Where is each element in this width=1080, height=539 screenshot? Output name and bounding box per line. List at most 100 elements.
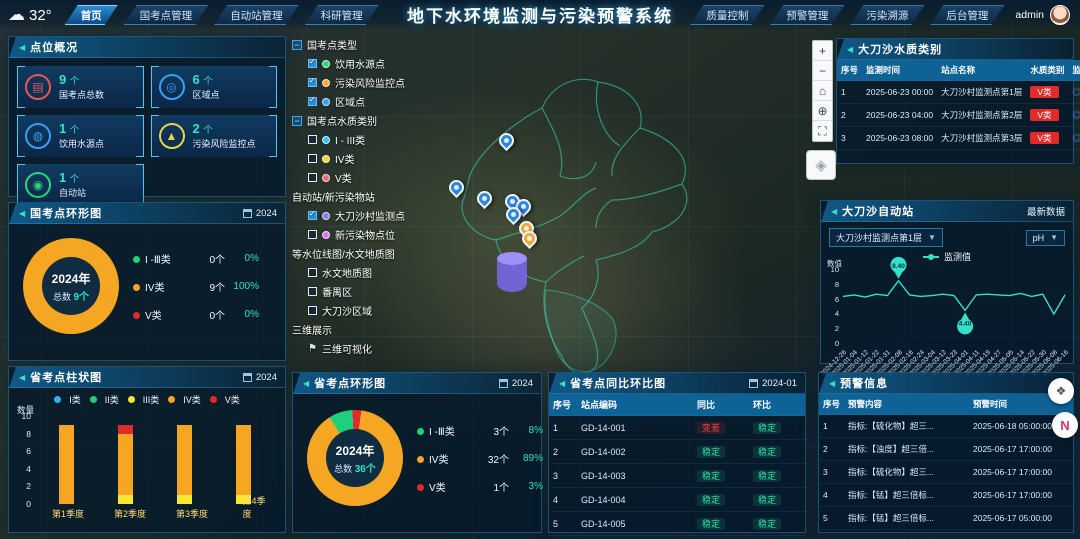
nav-tab-left-3[interactable]: 科研管理: [305, 5, 379, 25]
layer-group-title: 自动站/新污染物站: [292, 189, 375, 204]
stat-value: 6 个: [193, 73, 220, 89]
nav-tab-right-2[interactable]: 污染溯源: [850, 5, 924, 25]
nav-tab-left-1[interactable]: 国考点管理: [124, 5, 209, 25]
layer-group-4: 三维展示⚑三维可视化: [292, 322, 502, 356]
max-point-marker: 8.40: [891, 257, 907, 279]
nav-tab-right-0[interactable]: 质量控制: [690, 5, 764, 25]
detail-link[interactable]: ◎ 详情: [1072, 87, 1080, 97]
checkbox-unchecked[interactable]: [308, 287, 317, 296]
layer-item-0-1[interactable]: 污染风险监控点: [308, 75, 502, 90]
layer-item-3-0[interactable]: 水文地质图: [308, 265, 502, 280]
detail-link[interactable]: ◎ 详情: [1072, 133, 1080, 143]
checkbox-checked[interactable]: [308, 59, 317, 68]
stat-card-4: ◉1 个自动站: [17, 164, 144, 206]
layer-item-4-0[interactable]: ⚑三维可视化: [308, 341, 502, 356]
column-header-0: 序号: [837, 60, 862, 81]
layer-item-3-2[interactable]: 大刀沙区域: [308, 303, 502, 318]
fullscreen-button[interactable]: ⛶: [813, 121, 832, 141]
stat-label: 国考点总数: [59, 89, 104, 101]
table-row-1: 2指标:【浊度】超三倍...2025-06-17 17:00:00: [819, 438, 1073, 461]
panel-compare-title: 省考点同比环比图: [570, 375, 666, 391]
layer-group-title: 国考点类型: [307, 37, 357, 52]
stat-value: 1 个: [59, 171, 86, 187]
layer-item-1-2[interactable]: V类: [308, 170, 502, 185]
nav-tab-left-2[interactable]: 自动站管理: [214, 5, 299, 25]
stats-grid: ▤9 个国考点总数◎6 个区域点◍1 个饮用水源点▲2 个污染风险监控点◉1 个…: [9, 58, 285, 214]
checkbox-unchecked[interactable]: [308, 230, 317, 239]
donut-center-year: 2024年: [52, 270, 91, 287]
checkbox-checked[interactable]: [308, 211, 317, 220]
layer-item-1-1[interactable]: IV类: [308, 151, 502, 166]
latest-data-link[interactable]: 最新数据: [1027, 204, 1065, 218]
nav-tab-right-3[interactable]: 后台管理: [930, 5, 1004, 25]
station-select[interactable]: 大刀沙村监测点第1层▼: [829, 228, 943, 247]
water-drop-icon: ◍: [25, 123, 51, 149]
nav-tab-left-0[interactable]: 首页: [65, 5, 118, 25]
stat-card-1: ◎6 个区域点: [151, 66, 278, 108]
layer-item-1-0[interactable]: I - III类: [308, 132, 502, 147]
home-button[interactable]: ⌂: [813, 81, 832, 101]
widget-n-logo-button[interactable]: N: [1052, 412, 1078, 438]
zoom-out-button[interactable]: −: [813, 61, 832, 81]
zoom-in-button[interactable]: +: [813, 41, 832, 61]
panel-arrow-icon: ◀: [829, 379, 835, 388]
flag-icon: ⚑: [308, 343, 317, 354]
layer-item-0-0[interactable]: 饮用水源点: [308, 56, 502, 71]
layer-dot-icon: [322, 136, 330, 144]
provincial-ring-chart: 2024年 总数 36个: [307, 410, 403, 506]
panel-overview-title: 点位概况: [30, 39, 78, 55]
checkbox-unchecked[interactable]: [308, 154, 317, 163]
bar-y-tick: 2: [15, 481, 31, 491]
national-ring-date-picker[interactable]: 2024: [243, 208, 277, 219]
panel-arrow-icon: ◀: [19, 209, 25, 218]
bar-segment-III类: [118, 495, 133, 504]
column-header-1: 预警内容: [844, 394, 969, 415]
parameter-select[interactable]: pH▼: [1026, 230, 1065, 246]
stat-card-0: ▤9 个国考点总数: [17, 66, 144, 108]
basemap-3d-button[interactable]: ◈: [806, 150, 836, 180]
panel-auto-station-header: ◀ 大刀沙自动站 最新数据: [821, 201, 1073, 222]
compare-date-picker[interactable]: 2024-01: [749, 378, 797, 389]
layer-item-3-1[interactable]: 番禺区: [308, 284, 502, 299]
bar-segment-IV类: [118, 434, 133, 496]
stat-label: 饮用水源点: [59, 138, 104, 150]
checkbox-checked[interactable]: [308, 97, 317, 106]
panel-arrow-icon: ◀: [19, 43, 25, 52]
layer-item-0-2[interactable]: 区域点: [308, 94, 502, 109]
panel-auto-station-title: 大刀沙自动站: [842, 203, 914, 219]
locate-button[interactable]: ⊕: [813, 101, 832, 121]
calendar-icon: [749, 379, 758, 388]
panel-compare: ◀ 省考点同比环比图 2024-01 序号站点编码同比环比1GD-14-001变…: [548, 372, 806, 533]
collapse-icon[interactable]: −: [292, 40, 302, 50]
layer-item-2-1[interactable]: 新污染物点位: [308, 227, 502, 242]
checkbox-checked[interactable]: [308, 78, 317, 87]
panel-water-quality-header: ◀ 大刀沙水质类别: [837, 39, 1073, 60]
stat-label: 污染风险监控点: [193, 138, 256, 150]
detail-link[interactable]: ◎ 详情: [1072, 110, 1080, 120]
layer-dot-icon: [322, 155, 330, 163]
layer-item-label: 污染风险监控点: [335, 75, 405, 90]
checkbox-unchecked[interactable]: [308, 173, 317, 182]
column-header-2: 站点名称: [937, 60, 1026, 81]
provincial-bar-date-picker[interactable]: 2024: [243, 372, 277, 383]
avatar[interactable]: [1050, 5, 1070, 25]
panel-provincial-bar-header: ◀ 省考点柱状图 2024: [9, 367, 285, 388]
layer-dot-icon: [322, 231, 330, 239]
provincial-bar-chart: 数量1086420第1季度第2季度第3季度第4季度: [15, 408, 277, 520]
layer-group-header-2: 自动站/新污染物站: [292, 189, 502, 204]
layer-group-2: 自动站/新污染物站大刀沙村监测点新污染物点位: [292, 189, 502, 242]
collapse-icon[interactable]: −: [292, 116, 302, 126]
layer-item-label: I - III类: [335, 132, 365, 147]
user-widget[interactable]: admin: [1015, 5, 1070, 25]
provincial-ring-date-picker[interactable]: 2024: [499, 378, 533, 389]
panel-water-quality: ◀ 大刀沙水质类别 序号监测时间站点名称水质类别监测值12025-06-23 0…: [836, 38, 1074, 164]
nav-tab-right-1[interactable]: 预警管理: [770, 5, 844, 25]
widget-molecule-button[interactable]: ❖: [1048, 378, 1074, 404]
checkbox-unchecked[interactable]: [308, 135, 317, 144]
checkbox-unchecked[interactable]: [308, 306, 317, 315]
calendar-icon: [243, 209, 252, 218]
checkbox-unchecked[interactable]: [308, 268, 317, 277]
stat-card-2: ◍1 个饮用水源点: [17, 115, 144, 157]
table-row-2: 3GD-14-003稳定稳定: [549, 464, 805, 488]
layer-item-2-0[interactable]: 大刀沙村监测点: [308, 208, 502, 223]
